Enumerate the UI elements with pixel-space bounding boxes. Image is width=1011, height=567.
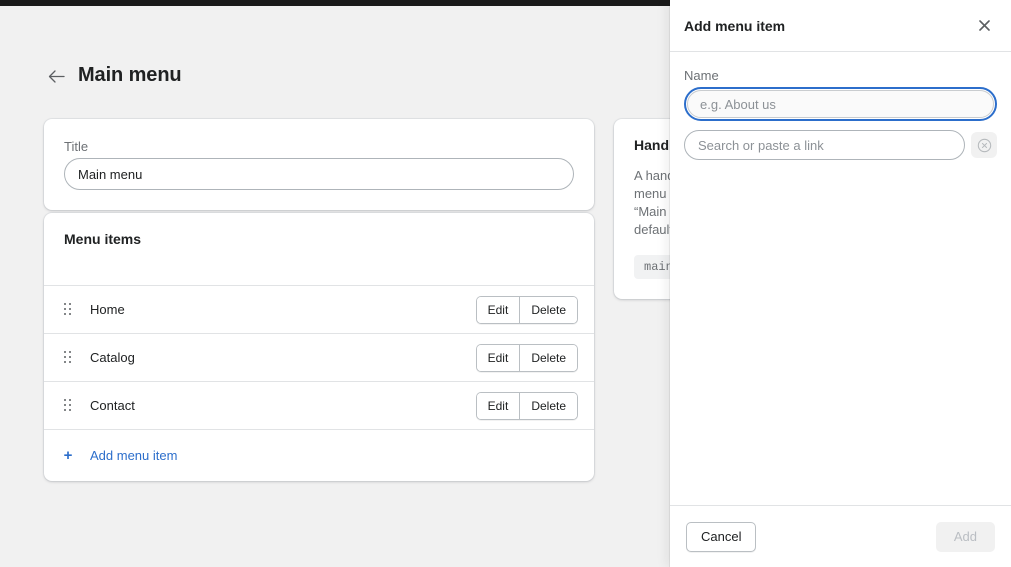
add-menu-item-row[interactable]: + Add menu item bbox=[44, 429, 594, 481]
edit-button[interactable]: Edit bbox=[476, 392, 520, 419]
row-actions: Edit Delete bbox=[475, 391, 578, 420]
title-input[interactable] bbox=[64, 158, 574, 190]
handle-code-chip: main-menu bbox=[634, 255, 670, 279]
menu-items-heading: Menu items bbox=[64, 231, 142, 247]
page-title: Main menu bbox=[78, 64, 182, 86]
add-button: Add bbox=[935, 521, 995, 552]
row-actions: Edit Delete bbox=[475, 295, 578, 324]
plus-icon: + bbox=[63, 447, 73, 464]
circle-x-icon[interactable] bbox=[971, 132, 997, 158]
delete-button[interactable]: Delete bbox=[519, 344, 577, 371]
delete-button[interactable]: Delete bbox=[519, 392, 577, 419]
menu-items-header: Menu items bbox=[44, 213, 594, 285]
drag-handle-icon[interactable] bbox=[60, 350, 76, 366]
page-header: Main menu bbox=[0, 6, 670, 87]
handle-card: Handle A handle is used to reference the… bbox=[614, 119, 670, 299]
add-menu-item-label: Add menu item bbox=[90, 448, 178, 463]
edit-button[interactable]: Edit bbox=[476, 296, 520, 323]
app-root: Main menu Title Menu items Home Edit Del… bbox=[0, 0, 1011, 567]
cancel-button[interactable]: Cancel bbox=[686, 521, 757, 552]
drag-handle-icon[interactable] bbox=[60, 302, 76, 318]
name-field-focus-ring bbox=[684, 87, 997, 121]
menu-item-label: Catalog bbox=[90, 350, 135, 365]
edit-button[interactable]: Edit bbox=[476, 344, 520, 371]
arrow-left-icon[interactable] bbox=[46, 67, 66, 87]
drawer-title: Add menu item bbox=[684, 17, 786, 34]
name-input[interactable] bbox=[687, 90, 994, 118]
close-icon[interactable] bbox=[973, 15, 995, 37]
drawer-body: Name bbox=[670, 52, 1011, 505]
title-field-label: Title bbox=[64, 139, 89, 154]
link-search-input[interactable] bbox=[684, 130, 965, 160]
table-row[interactable]: Catalog Edit Delete bbox=[44, 333, 594, 381]
table-row[interactable]: Contact Edit Delete bbox=[44, 381, 594, 429]
table-row[interactable]: Home Edit Delete bbox=[44, 285, 594, 333]
title-card: Title bbox=[44, 119, 594, 210]
page-canvas: Main menu Title Menu items Home Edit Del… bbox=[0, 6, 670, 567]
delete-button[interactable]: Delete bbox=[519, 296, 577, 323]
add-menu-item-drawer: Add menu item Name e.g. About us Search … bbox=[670, 0, 1011, 567]
drawer-header: Add menu item bbox=[670, 0, 1011, 52]
menu-item-label: Contact bbox=[90, 398, 135, 413]
drawer-footer: Cancel Add bbox=[670, 505, 1011, 567]
drag-handle-icon[interactable] bbox=[60, 398, 76, 414]
name-field-label: Name bbox=[684, 68, 719, 83]
link-field-row bbox=[684, 130, 997, 160]
menu-item-label: Home bbox=[90, 302, 125, 317]
handle-description: A handle is used to reference the menu i… bbox=[634, 168, 670, 237]
handle-heading: Handle bbox=[634, 137, 670, 153]
menu-items-card: Menu items Home Edit Delete Catalog Edit… bbox=[44, 213, 594, 481]
row-actions: Edit Delete bbox=[475, 343, 578, 372]
